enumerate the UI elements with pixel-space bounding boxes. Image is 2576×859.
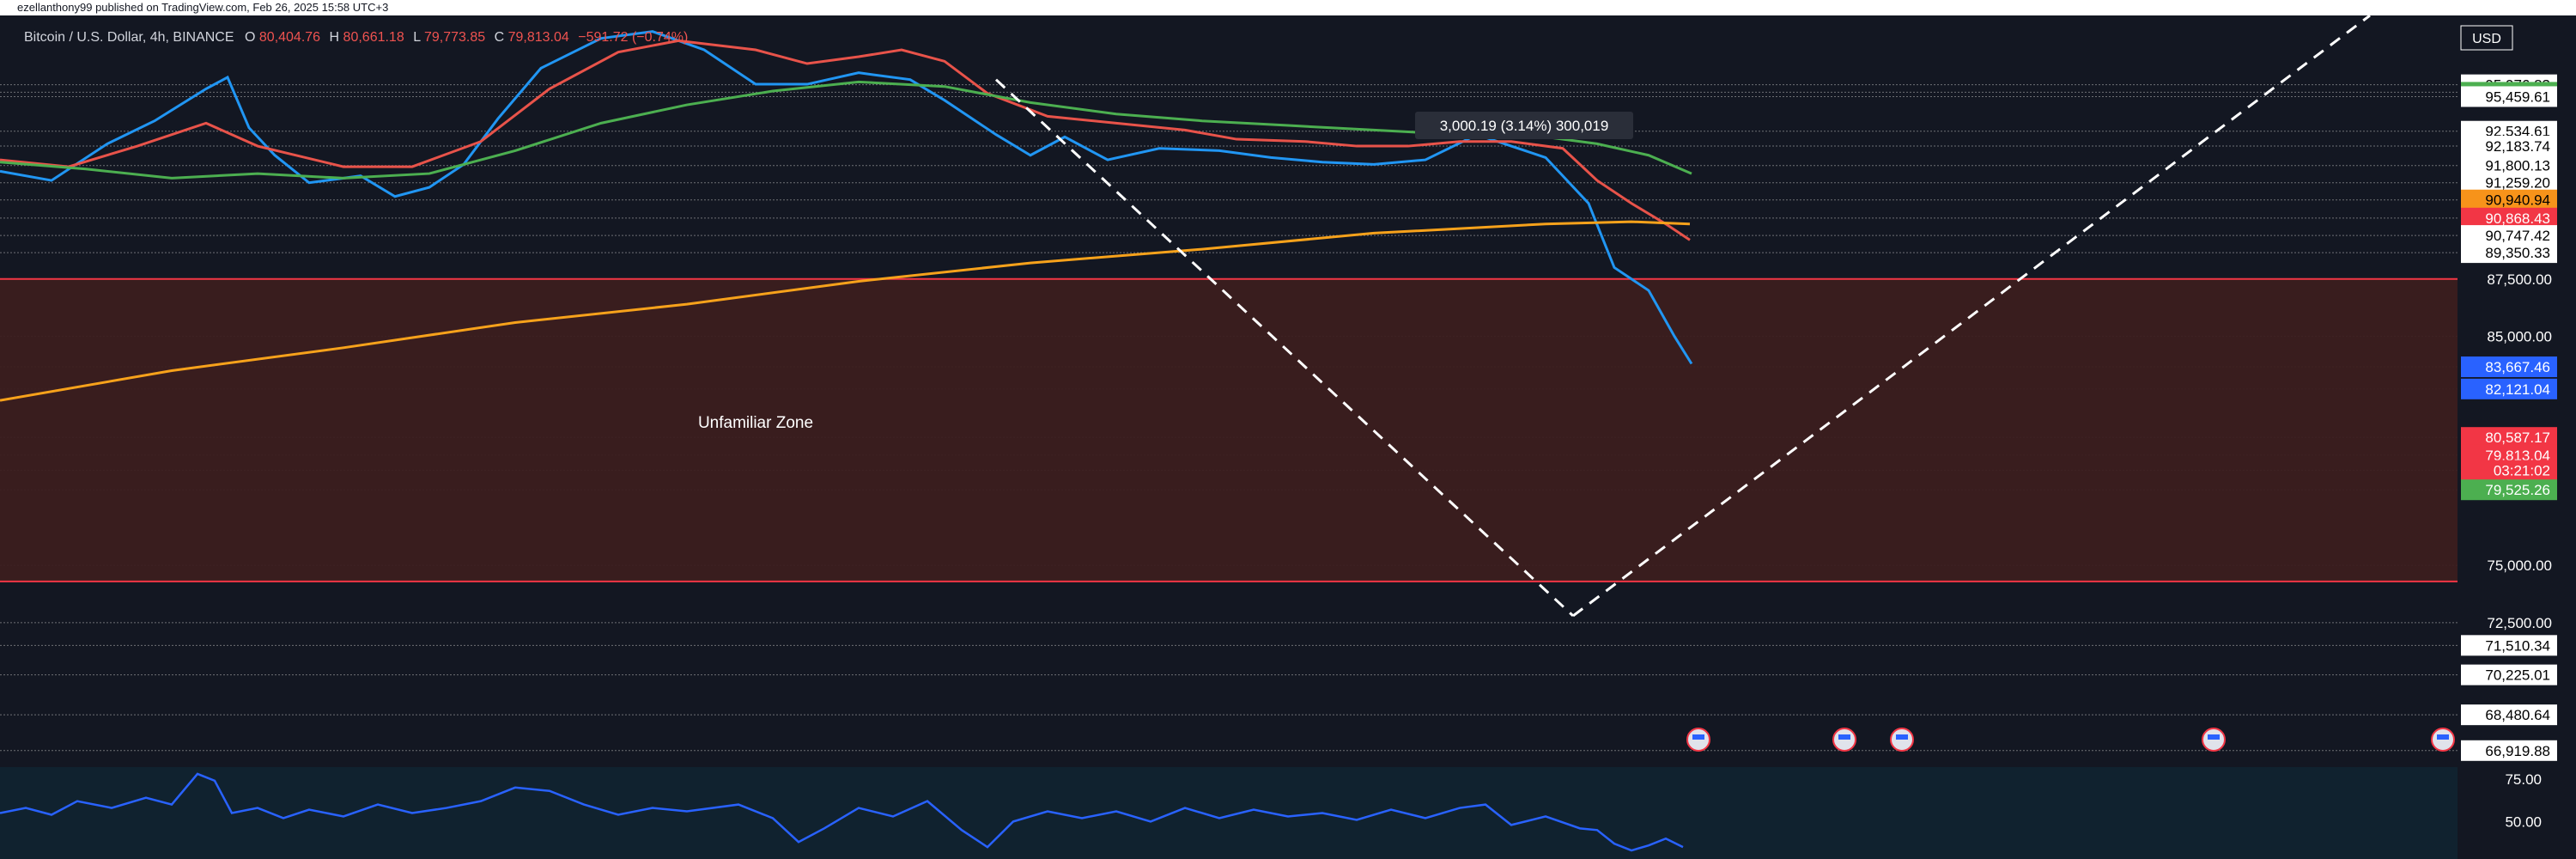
legend-low-label: L bbox=[413, 30, 421, 45]
price-label-text: 91,259.20 bbox=[2485, 175, 2550, 192]
price-label-text: 92,183.74 bbox=[2485, 138, 2550, 155]
publish-info: ezellanthony99 published on TradingView.… bbox=[0, 0, 2576, 15]
legend-high-value: 80,661.18 bbox=[343, 30, 404, 45]
price-label-text: 90,747.42 bbox=[2485, 228, 2550, 244]
legend-change: −591.72 (−0.74%) bbox=[578, 30, 688, 45]
price-label-text: 71,510.34 bbox=[2485, 637, 2550, 654]
flag-marker-canton bbox=[1692, 734, 1704, 740]
price-axis-tick: 75,000.00 bbox=[2487, 557, 2552, 574]
price-label-text: 89,350.33 bbox=[2485, 245, 2550, 261]
rsi-axis-tick: 75.00 bbox=[2505, 771, 2542, 788]
svg-text:Bitcoin / U.S. Dollar, 4h, BIN: Bitcoin / U.S. Dollar, 4h, BINANCE O 80,… bbox=[24, 30, 688, 45]
legend-row: Bitcoin / U.S. Dollar, 4h, BINANCE O 80,… bbox=[24, 30, 688, 45]
flag-marker-canton bbox=[1838, 734, 1850, 740]
price-label-text: 90,940.94 bbox=[2485, 192, 2550, 209]
flag-marker-canton bbox=[1896, 734, 1908, 740]
price-axis-tick: 87,500.00 bbox=[2487, 271, 2552, 288]
price-label-text: 79,525.26 bbox=[2485, 482, 2550, 498]
legend-symbol: Bitcoin / U.S. Dollar, 4h, BINANCE bbox=[24, 30, 234, 45]
price-label-text: 83,667.46 bbox=[2485, 359, 2550, 375]
price-label-text: 70,225.01 bbox=[2485, 667, 2550, 684]
legend-close-label: C bbox=[495, 30, 505, 45]
price-label-text: 95,459.61 bbox=[2485, 88, 2550, 105]
unfamiliar-zone bbox=[0, 278, 2458, 582]
flag-marker-canton bbox=[2437, 734, 2449, 740]
price-axis-tick: 72,500.00 bbox=[2487, 615, 2552, 631]
price-label-text: 90,868.43 bbox=[2485, 210, 2550, 227]
price-label-text: 68,480.64 bbox=[2485, 707, 2550, 723]
legend-open-label: O bbox=[245, 30, 255, 45]
rsi-band bbox=[0, 767, 2458, 859]
measure-box: 3,000.19 (3.14%) 300,019 bbox=[1415, 112, 1633, 139]
price-chart[interactable]: Unfamiliar Zone 3,000.19 (3.14%) 300,019… bbox=[0, 15, 2576, 859]
price-label-text: 03:21:02 bbox=[2494, 463, 2550, 479]
measure-label: 3,000.19 (3.14%) 300,019 bbox=[1440, 118, 1609, 134]
legend-high-label: H bbox=[330, 30, 340, 45]
zone-label: Unfamiliar Zone bbox=[698, 414, 813, 432]
legend-open-value: 80,404.76 bbox=[259, 30, 320, 45]
flag-marker-canton bbox=[2208, 734, 2220, 740]
price-label-text: 66,919.88 bbox=[2485, 743, 2550, 759]
price-label-text: 80,587.17 bbox=[2485, 430, 2550, 446]
legend-close-value: 79,813.04 bbox=[508, 30, 569, 45]
price-axis-tick: 85,000.00 bbox=[2487, 328, 2552, 344]
rsi-axis-tick: 50.00 bbox=[2505, 813, 2542, 830]
price-label-text: 91,800.13 bbox=[2485, 158, 2550, 174]
legend-low-value: 79,773.85 bbox=[424, 30, 485, 45]
currency-label: USD bbox=[2472, 32, 2501, 46]
price-label-text: 82,121.04 bbox=[2485, 381, 2550, 398]
